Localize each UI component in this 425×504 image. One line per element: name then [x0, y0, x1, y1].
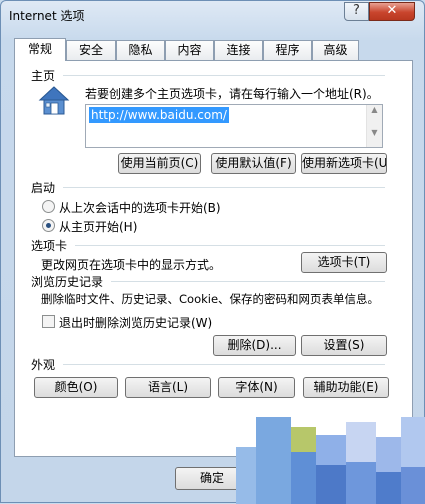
use-current-button[interactable]: 使用当前页(C)	[118, 153, 201, 174]
help-button[interactable]: ?	[344, 2, 369, 21]
tab-privacy[interactable]: 隐私	[116, 40, 165, 60]
startup-last-session-radio[interactable]	[42, 200, 55, 213]
tabs-section-divider	[75, 245, 385, 246]
window-title: Internet 选项	[9, 9, 85, 23]
history-description: 删除临时文件、历史记录、Cookie、保存的密码和网页表单信息。	[41, 292, 380, 306]
tabs-section-description: 更改网页在选项卡中的显示方式。	[41, 258, 222, 272]
tab-advanced[interactable]: 高级	[312, 40, 359, 60]
internet-options-window: Internet 选项 ? ✕ 常规 安全 隐私 内容 连接 程序 高级 主页 …	[0, 0, 425, 504]
tab-security[interactable]: 安全	[66, 40, 116, 60]
homepage-divider	[63, 75, 385, 76]
appearance-divider	[63, 364, 385, 365]
delete-on-exit-checkbox[interactable]	[42, 315, 55, 328]
close-button[interactable]: ✕	[369, 2, 415, 21]
tabs-settings-button[interactable]: 选项卡(T)	[301, 252, 387, 273]
startup-last-session-label: 从上次会话中的选项卡开始(B)	[59, 201, 221, 215]
startup-heading: 启动	[31, 181, 56, 195]
delete-on-exit-label: 退出时删除浏览历史记录(W)	[59, 316, 213, 330]
pixelated-watermark	[236, 417, 425, 504]
colors-button[interactable]: 颜色(O)	[34, 377, 118, 398]
scroll-up-icon[interactable]: ▲	[367, 105, 382, 114]
delete-history-button[interactable]: 删除(D)...	[213, 335, 296, 356]
homepage-url-value: http://www.baidu.com/	[89, 107, 229, 123]
tab-content[interactable]: 内容	[165, 40, 214, 60]
fonts-button[interactable]: 字体(N)	[218, 377, 295, 398]
startup-homepage-label: 从主页开始(H)	[59, 220, 138, 234]
house-icon	[37, 85, 71, 117]
homepage-instruction: 若要创建多个主页选项卡，请在每行输入一个地址(R)。	[85, 87, 379, 101]
tabs-section-heading: 选项卡	[31, 239, 68, 253]
tab-general[interactable]: 常规	[14, 38, 66, 61]
accessibility-button[interactable]: 辅助功能(E)	[303, 377, 389, 398]
history-settings-button[interactable]: 设置(S)	[301, 335, 387, 356]
startup-divider	[63, 187, 385, 188]
history-divider	[111, 281, 385, 282]
startup-homepage-radio[interactable]	[42, 219, 55, 232]
tab-connections[interactable]: 连接	[214, 40, 263, 60]
use-new-tab-button[interactable]: 使用新选项卡(U)	[301, 153, 387, 174]
textarea-scrollbar[interactable]: ▲ ▼	[366, 105, 382, 147]
homepage-heading: 主页	[31, 69, 56, 83]
tab-programs[interactable]: 程序	[263, 40, 312, 60]
homepage-url-textarea[interactable]: http://www.baidu.com/ ▲ ▼	[85, 104, 383, 148]
languages-button[interactable]: 语言(L)	[125, 377, 211, 398]
use-default-button[interactable]: 使用默认值(F)	[211, 153, 296, 174]
history-heading: 浏览历史记录	[31, 275, 104, 289]
scroll-down-icon[interactable]: ▼	[367, 128, 382, 137]
tab-strip: 常规 安全 隐私 内容 连接 程序 高级	[14, 38, 414, 61]
appearance-heading: 外观	[31, 358, 56, 372]
